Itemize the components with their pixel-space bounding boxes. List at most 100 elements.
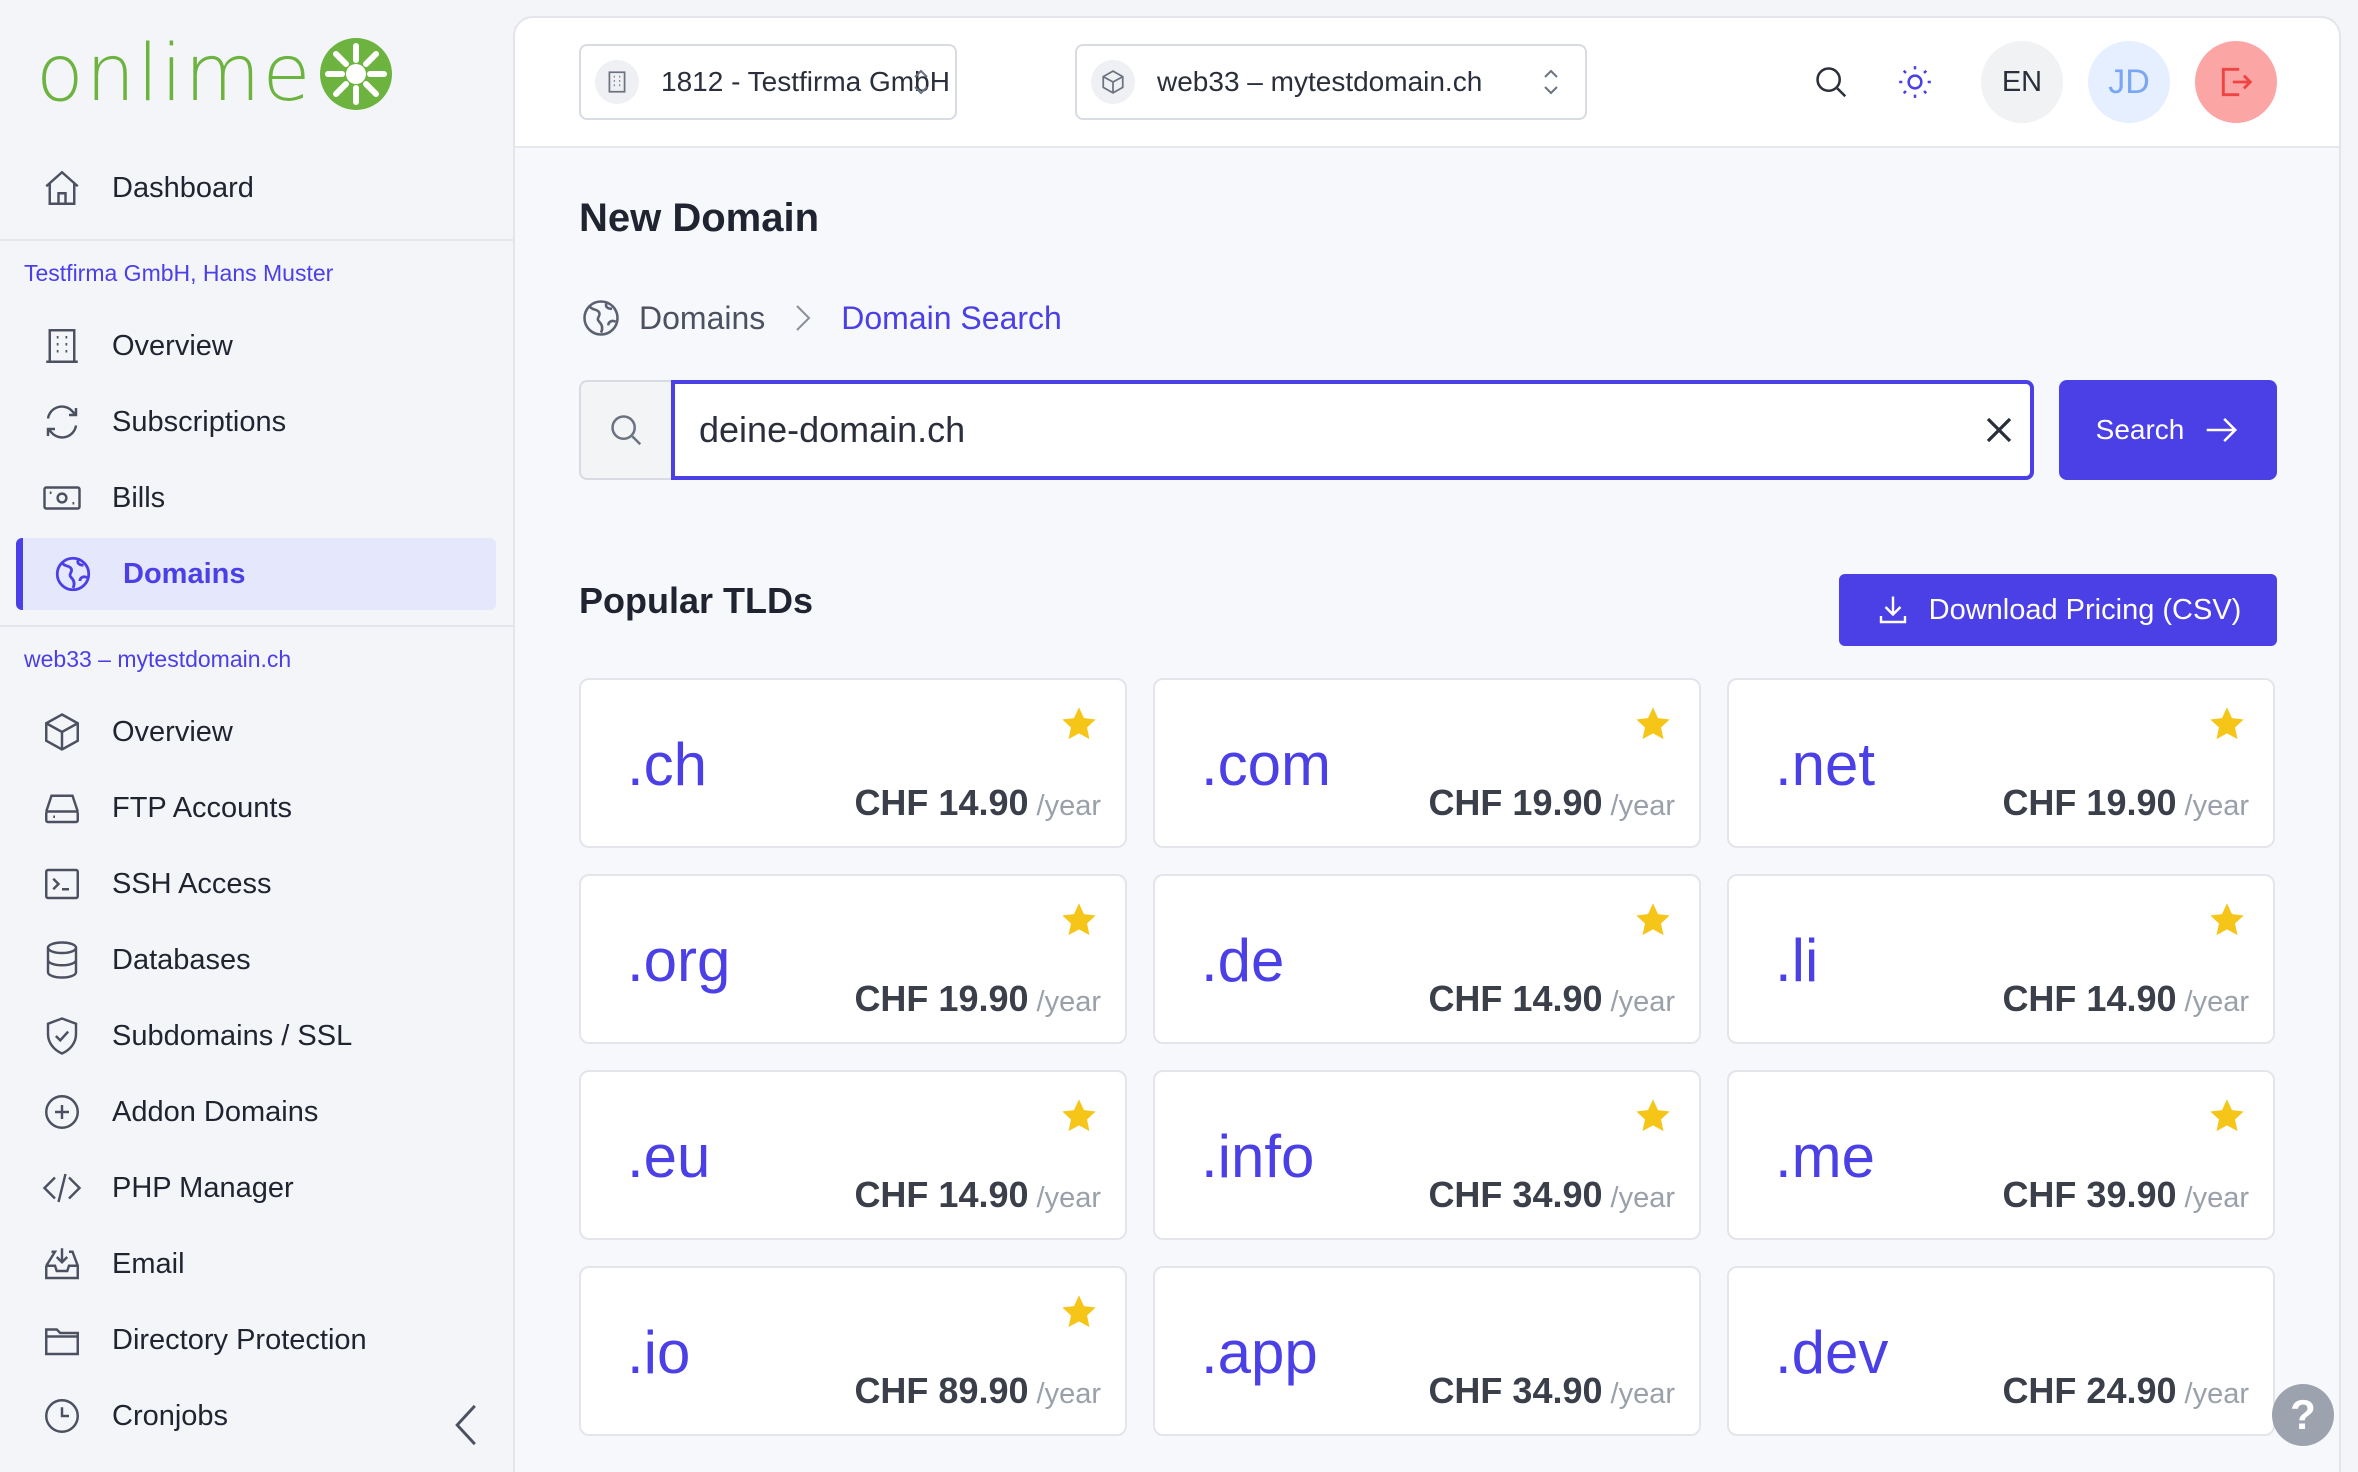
sidebar-item-directory-protection[interactable]: Directory Protection [16, 1304, 496, 1376]
price-amount: CHF 89.90 [854, 1370, 1029, 1411]
tld-card[interactable]: .de CHF 14.90/year [1153, 874, 1701, 1044]
sidebar-item-subscriptions[interactable]: Subscriptions [16, 386, 496, 458]
chevron-right-icon [796, 305, 811, 331]
tld-price: CHF 89.90/year [854, 1370, 1101, 1412]
globe-icon [583, 300, 619, 336]
tld-price: CHF 19.90/year [854, 978, 1101, 1020]
clear-icon[interactable] [1977, 408, 2021, 452]
tld-card[interactable]: .ch CHF 14.90/year [579, 678, 1127, 848]
download-pricing-button[interactable]: Download Pricing (CSV) [1839, 574, 2277, 646]
clock-icon [40, 1394, 84, 1438]
tld-card[interactable]: .app CHF 34.90/year [1153, 1266, 1701, 1436]
topbar: 1812 - Testfirma GmbH web33 – mytestdoma… [515, 18, 2339, 148]
price-period: /year [1610, 1182, 1675, 1214]
tld-card[interactable]: .net CHF 19.90/year [1727, 678, 2275, 848]
domain-search-button[interactable]: Search [2059, 380, 2277, 480]
tld-price: CHF 34.90/year [1428, 1370, 1675, 1412]
sun-icon [1899, 66, 1931, 98]
sidebar-item-customer-overview[interactable]: Overview [16, 310, 496, 382]
tld-name: .li [1775, 927, 1819, 994]
sidebar-item-dashboard[interactable]: Dashboard [16, 152, 496, 224]
cube-icon [1091, 60, 1135, 104]
globe-icon [51, 552, 95, 596]
theme-toggle-button[interactable] [1874, 41, 1956, 123]
sidebar-item-email[interactable]: Email [16, 1228, 496, 1300]
star-icon [1062, 1295, 1096, 1328]
tld-card[interactable]: .io CHF 89.90/year [579, 1266, 1127, 1436]
tld-card[interactable]: .org CHF 19.90/year [579, 874, 1127, 1044]
tld-card[interactable]: .li CHF 14.90/year [1727, 874, 2275, 1044]
arrow-right-icon [2207, 418, 2238, 442]
search-button-label: Search [2095, 414, 2185, 445]
home-icon [40, 166, 84, 210]
star-icon [2210, 903, 2244, 936]
sidebar-item-bills[interactable]: Bills [16, 462, 496, 534]
banknote-icon [40, 476, 84, 520]
plus-circle-icon [40, 1090, 84, 1134]
sidebar-item-ftp-accounts[interactable]: FTP Accounts [16, 772, 496, 844]
price-amount: CHF 34.90 [1428, 1174, 1603, 1215]
price-period: /year [1036, 1182, 1101, 1214]
customer-section-label: Testfirma GmbH, Hans Muster [24, 260, 334, 286]
sidebar-item-addon-domains[interactable]: Addon Domains [16, 1076, 496, 1148]
terminal-icon [40, 862, 84, 906]
tld-name: .ch [627, 731, 708, 798]
sidebar-item-domains[interactable]: Domains [16, 538, 496, 610]
sidebar-item-label: Subscriptions [112, 405, 287, 438]
sidebar-item-label: Overview [112, 715, 233, 748]
price-amount: CHF 24.90 [2002, 1370, 2177, 1411]
sidebar-item-subdomains-ssl[interactable]: Subdomains / SSL [16, 1000, 496, 1072]
webspace-selector[interactable]: web33 – mytestdomain.ch [1075, 44, 1587, 120]
sidebar-item-databases[interactable]: Databases [16, 924, 496, 996]
star-icon [2210, 707, 2244, 740]
sidebar-item-php-manager[interactable]: PHP Manager [16, 1152, 496, 1224]
onlime-logo[interactable]: onlime [36, 29, 394, 119]
domain-search-input[interactable] [671, 380, 2034, 480]
building-icon [40, 324, 84, 368]
webspace-selector-value: web33 – mytestdomain.ch [1157, 66, 1483, 97]
price-period: /year [1610, 986, 1675, 1018]
tld-card[interactable]: .eu CHF 14.90/year [579, 1070, 1127, 1240]
sidebar-item-label: Cronjobs [112, 1399, 229, 1432]
cube-icon [40, 710, 84, 754]
help-button[interactable]: ? [2272, 1384, 2334, 1446]
sidebar-item-ssh-access[interactable]: SSH Access [16, 848, 496, 920]
breadcrumb-domains[interactable]: Domains [639, 300, 765, 337]
price-amount: CHF 19.90 [854, 978, 1029, 1019]
collapse-sidebar-chevron-left-icon[interactable] [448, 1400, 484, 1450]
company-selector[interactable]: 1812 - Testfirma GmbH [579, 44, 957, 120]
lime-logo-icon [320, 38, 393, 110]
price-amount: CHF 19.90 [2002, 782, 2177, 823]
search-button[interactable] [1790, 41, 1872, 123]
star-icon [1636, 903, 1670, 936]
price-amount: CHF 39.90 [2002, 1174, 2177, 1215]
price-period: /year [1036, 790, 1101, 822]
price-period: /year [2184, 986, 2249, 1018]
tld-price: CHF 14.90/year [854, 782, 1101, 824]
page-title: New Domain [579, 196, 820, 240]
sidebar-item-cronjobs[interactable]: Cronjobs [16, 1380, 496, 1452]
tld-card[interactable]: .me CHF 39.90/year [1727, 1070, 2275, 1240]
price-amount: CHF 34.90 [1428, 1370, 1603, 1411]
sidebar-item-label: Email [112, 1247, 185, 1280]
tld-card[interactable]: .info CHF 34.90/year [1153, 1070, 1701, 1240]
download-icon [1879, 596, 1906, 624]
tld-price: CHF 14.90/year [2002, 978, 2249, 1020]
language-button[interactable]: EN [1981, 41, 2063, 123]
price-amount: CHF 14.90 [2002, 978, 2177, 1019]
database-icon [40, 938, 84, 982]
tld-card[interactable]: .dev CHF 24.90/year [1727, 1266, 2275, 1436]
price-period: /year [2184, 1378, 2249, 1410]
chevron-up-down-icon [914, 69, 928, 95]
sidebar-item-webspace-overview[interactable]: Overview [16, 696, 496, 768]
building-icon [595, 60, 639, 104]
logo-text: onlime [36, 29, 313, 119]
logout-button[interactable] [2195, 41, 2277, 123]
star-icon [2210, 1099, 2244, 1132]
tld-price: CHF 34.90/year [1428, 1174, 1675, 1216]
breadcrumb-domain-search[interactable]: Domain Search [841, 300, 1062, 337]
user-avatar[interactable]: JD [2088, 41, 2170, 123]
sidebar-divider [0, 239, 513, 241]
tld-card[interactable]: .com CHF 19.90/year [1153, 678, 1701, 848]
download-pricing-label: Download Pricing (CSV) [1928, 593, 2242, 626]
